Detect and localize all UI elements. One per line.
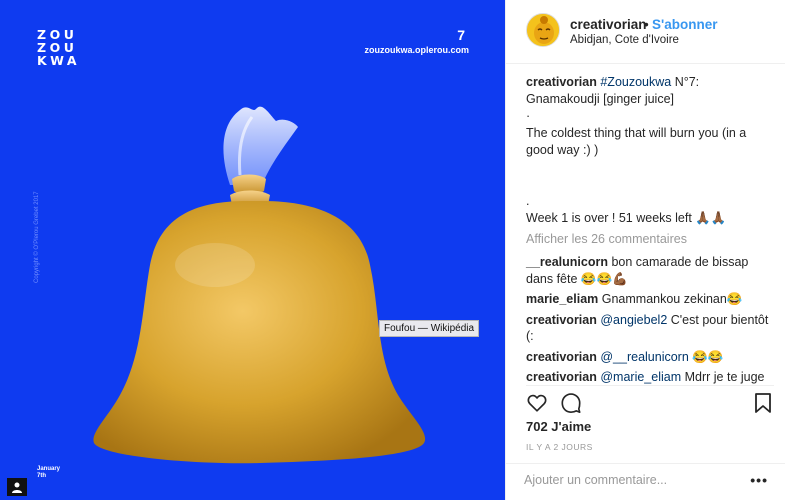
- link-tooltip: Foufou — Wikipédia: [379, 320, 480, 337]
- comment-item: marie_eliam Gnammankou zekinan😂: [526, 291, 774, 308]
- post-header: creativorian • S'abonner Abidjan, Cote d…: [506, 0, 785, 64]
- issue-number: 7: [457, 27, 465, 43]
- comment-item: creativorian @angiebel2 C'est pour bient…: [526, 312, 774, 345]
- date-text: January 7th: [37, 466, 60, 480]
- more-options-icon[interactable]: •••: [750, 472, 768, 488]
- post-caption: creativorian #Zouzoukwa N°7: Gnamakoudji…: [526, 74, 774, 227]
- post-side-panel: creativorian • S'abonner Abidjan, Cote d…: [505, 0, 785, 500]
- comment-username[interactable]: creativorian: [526, 350, 597, 364]
- comment-mention[interactable]: @marie_eliam: [600, 370, 681, 384]
- caption-text: Week 1 is over ! 51 weeks left 🙏🏾🙏🏾: [526, 211, 727, 225]
- comment-username[interactable]: marie_eliam: [526, 292, 598, 306]
- post-image[interactable]: ZOU ZOU KWA 7 zouzoukwa.oplerou.com Copy…: [0, 0, 505, 500]
- action-bar: [526, 392, 774, 416]
- caption-text: ·: [526, 109, 531, 123]
- bookmark-icon[interactable]: [754, 392, 772, 414]
- comment-item: creativorian @marie_eliam Mdrr je te jug…: [526, 369, 774, 386]
- comment-text: Mdrr je te juge: [681, 370, 765, 384]
- comment-mention[interactable]: @__realunicorn: [600, 350, 688, 364]
- header-username[interactable]: creativorian: [570, 17, 647, 32]
- like-count[interactable]: 702 J'aime: [526, 419, 591, 434]
- caption-hashtag[interactable]: #Zouzoukwa: [600, 75, 671, 89]
- caption-text: N°7:: [671, 75, 700, 89]
- follow-button[interactable]: S'abonner: [652, 17, 717, 32]
- comment-text: 😂😂: [688, 349, 724, 364]
- emoji-face-icon: [527, 14, 559, 46]
- comment-list: __realunicorn bon camarade de bissap dan…: [526, 254, 774, 390]
- user-tag-icon[interactable]: [7, 478, 27, 496]
- comment-text: Gnammankou zekinan😂: [598, 292, 743, 306]
- add-comment-bar: •••: [506, 463, 785, 500]
- location-link[interactable]: Abidjan, Cote d'Ivoire: [570, 34, 679, 46]
- heart-icon[interactable]: [526, 392, 548, 414]
- view-all-comments-link[interactable]: Afficher les 26 commentaires: [526, 232, 687, 246]
- divider: [526, 385, 774, 386]
- person-icon: [12, 482, 22, 493]
- comment-mention[interactable]: @angiebel2: [600, 313, 667, 327]
- caption-username[interactable]: creativorian: [526, 75, 597, 89]
- comment-item: __realunicorn bon camarade de bissap dan…: [526, 254, 774, 287]
- date-line: 7th: [37, 473, 46, 479]
- avatar[interactable]: [526, 13, 560, 47]
- logo-line: KWA: [37, 53, 81, 68]
- comment-item: creativorian @__realunicorn 😂😂: [526, 349, 774, 366]
- comment-input[interactable]: [524, 473, 734, 487]
- brand-logo: ZOU ZOU KWA: [37, 28, 80, 67]
- header-separator: •: [644, 17, 649, 32]
- comment-username[interactable]: __realunicorn: [526, 255, 608, 269]
- comment-username[interactable]: creativorian: [526, 313, 597, 327]
- copyright-text: Copyright © O'Plerou Grebet 2017: [34, 191, 40, 283]
- caption-text: .: [526, 194, 530, 208]
- ginger-juice-bag-illustration: [93, 106, 426, 464]
- comment-username[interactable]: creativorian: [526, 370, 597, 384]
- caption-text: Gnamakoudji [ginger juice]: [526, 92, 674, 106]
- caption-text: The coldest thing that will burn you (in…: [526, 126, 747, 157]
- site-url: zouzoukwa.oplerou.com: [364, 45, 469, 55]
- post-timestamp: IL Y A 2 JOURS: [526, 442, 593, 452]
- date-line: January: [37, 466, 61, 472]
- comment-bubble-icon[interactable]: [560, 392, 582, 414]
